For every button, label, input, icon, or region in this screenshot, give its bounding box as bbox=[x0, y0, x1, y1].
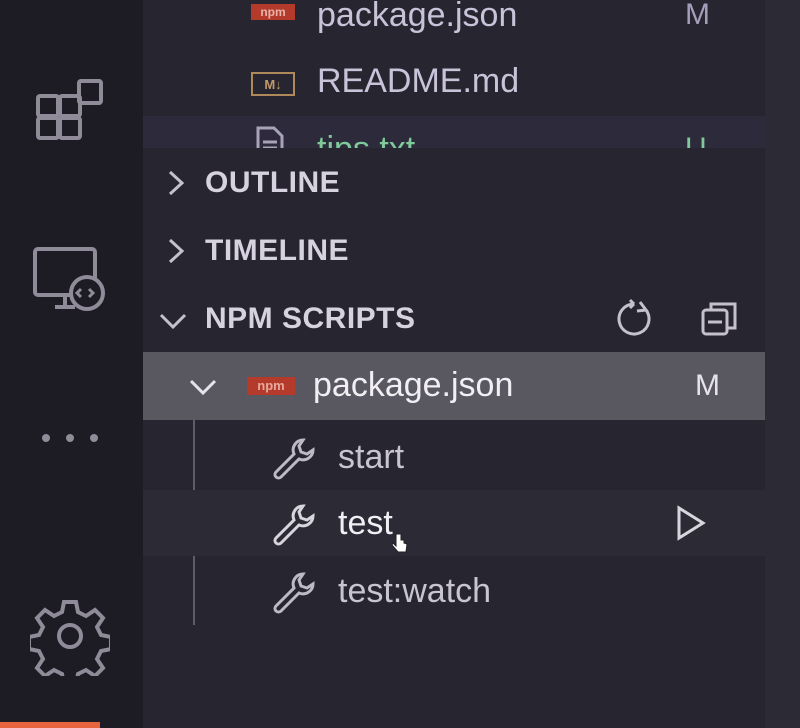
more-icon[interactable] bbox=[30, 398, 110, 478]
svg-text:npm: npm bbox=[257, 378, 284, 393]
explorer-file-row[interactable]: npm package.json M bbox=[143, 0, 765, 34]
explorer-file-row[interactable]: tips.txt U bbox=[143, 116, 765, 148]
package-name: package.json bbox=[313, 366, 514, 404]
collapse-all-icon[interactable] bbox=[699, 298, 741, 340]
markdown-icon: M↓ bbox=[251, 72, 295, 96]
scrollbar[interactable] bbox=[765, 0, 800, 728]
git-status-badge: M bbox=[695, 369, 720, 402]
git-status-badge: U bbox=[685, 132, 707, 148]
svg-text:npm: npm bbox=[260, 5, 285, 19]
chevron-down-icon bbox=[189, 379, 217, 396]
npm-script-item[interactable]: test bbox=[143, 490, 765, 556]
activity-bar bbox=[0, 0, 143, 728]
file-name: tips.txt bbox=[317, 130, 415, 148]
npm-icon: npm bbox=[247, 375, 295, 397]
outline-section-header[interactable]: OUTLINE bbox=[143, 150, 765, 216]
npm-icon: npm bbox=[251, 2, 295, 22]
file-name: README.md bbox=[317, 62, 520, 100]
timeline-section-header[interactable]: TIMELINE bbox=[143, 218, 765, 284]
script-label: test bbox=[338, 504, 393, 542]
npm-package-row[interactable]: npm package.json M bbox=[143, 352, 765, 420]
section-title: NPM SCRIPTS bbox=[205, 302, 416, 335]
status-accent-strip bbox=[0, 722, 100, 728]
remote-explorer-icon[interactable] bbox=[30, 238, 110, 318]
gear-icon[interactable] bbox=[30, 596, 110, 676]
play-icon[interactable] bbox=[673, 504, 709, 542]
npm-scripts-section-header[interactable]: NPM SCRIPTS bbox=[143, 286, 765, 352]
section-title: OUTLINE bbox=[205, 166, 341, 199]
extensions-icon[interactable] bbox=[30, 70, 110, 150]
npm-script-item[interactable]: test:watch bbox=[143, 558, 765, 624]
mouse-cursor-icon bbox=[391, 532, 409, 554]
git-status-badge: M bbox=[685, 0, 710, 31]
svg-text:M↓: M↓ bbox=[264, 77, 281, 92]
wrench-icon bbox=[271, 436, 317, 480]
script-label: test:watch bbox=[338, 572, 492, 610]
file-icon bbox=[255, 126, 285, 148]
chevron-down-icon bbox=[159, 313, 187, 330]
section-title: TIMELINE bbox=[205, 234, 349, 267]
explorer-file-row[interactable]: M↓ README.md bbox=[143, 56, 765, 110]
npm-script-item[interactable]: start bbox=[143, 424, 765, 490]
refresh-icon[interactable] bbox=[613, 298, 655, 340]
wrench-icon bbox=[271, 570, 317, 614]
side-bar: npm package.json M M↓ README.md tips.txt… bbox=[143, 0, 765, 728]
file-name: package.json bbox=[317, 0, 518, 34]
chevron-right-icon bbox=[168, 238, 185, 264]
wrench-icon bbox=[271, 502, 317, 546]
chevron-right-icon bbox=[168, 170, 185, 196]
script-label: start bbox=[338, 438, 405, 476]
